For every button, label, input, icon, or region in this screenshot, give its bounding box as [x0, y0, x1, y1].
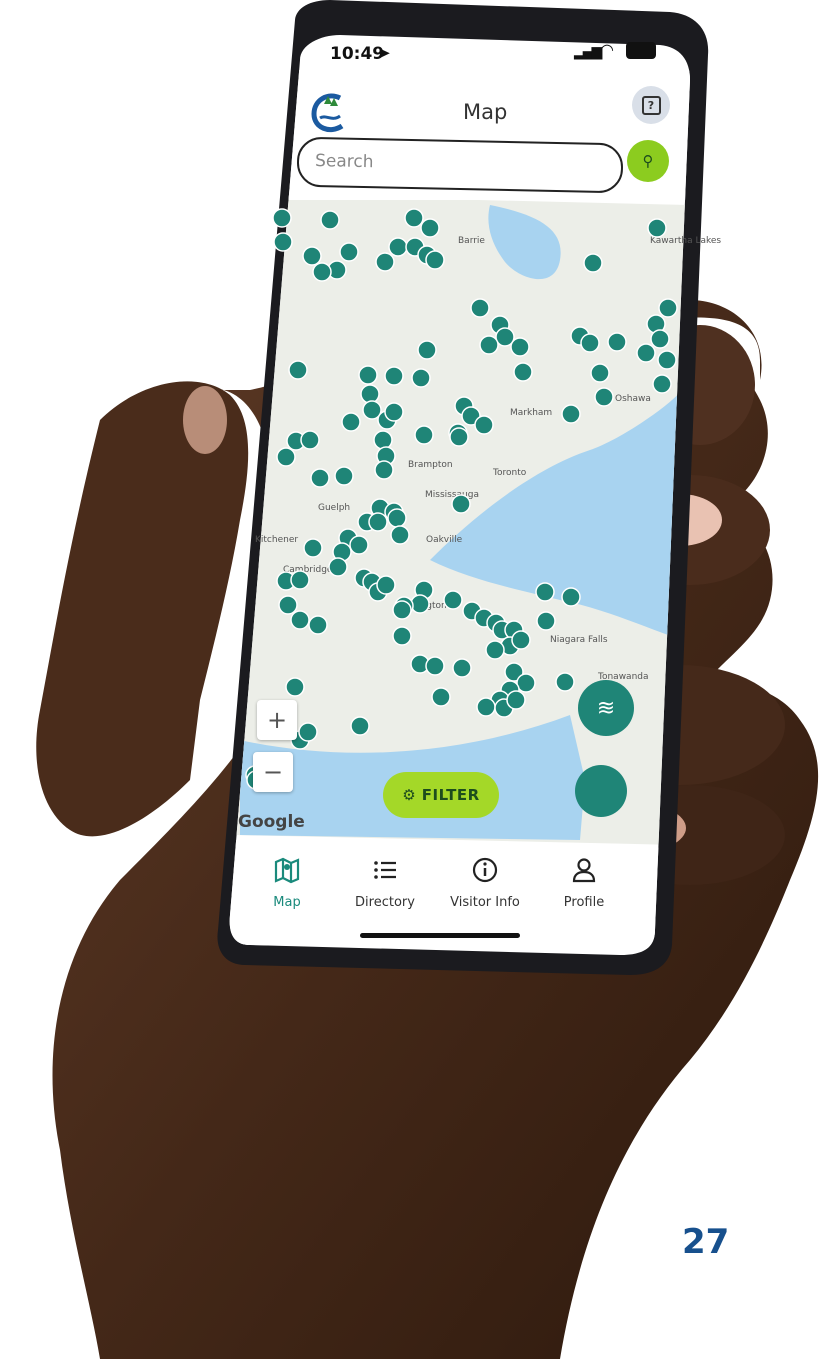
- nav-item-profile[interactable]: Profile: [558, 855, 610, 910]
- map-marker[interactable]: [373, 430, 393, 450]
- map-marker[interactable]: [350, 716, 370, 736]
- map-marker[interactable]: [561, 587, 581, 607]
- map-marker[interactable]: [647, 218, 667, 238]
- map-marker[interactable]: [310, 468, 330, 488]
- sliders-icon: ⚙: [402, 786, 416, 804]
- map-marker[interactable]: [425, 250, 445, 270]
- map-marker[interactable]: [650, 329, 670, 349]
- map-marker[interactable]: [328, 557, 348, 577]
- map-marker[interactable]: [387, 508, 407, 528]
- map-marker[interactable]: [485, 640, 505, 660]
- map-marker[interactable]: [414, 425, 434, 445]
- map-attribution: Google: [238, 812, 305, 832]
- map-marker[interactable]: [368, 512, 388, 532]
- map-marker[interactable]: [410, 594, 430, 614]
- nav-label-map: Map: [273, 895, 301, 910]
- map-marker[interactable]: [298, 722, 318, 742]
- map-marker[interactable]: [506, 690, 526, 710]
- map-marker[interactable]: [290, 610, 310, 630]
- map-marker[interactable]: [300, 430, 320, 450]
- nav-label-profile: Profile: [563, 895, 605, 910]
- map-marker[interactable]: [594, 387, 614, 407]
- map-marker[interactable]: [404, 208, 424, 228]
- map-marker[interactable]: [278, 595, 298, 615]
- zoom-in-button[interactable]: +: [257, 700, 297, 740]
- map-marker[interactable]: [607, 332, 627, 352]
- map-marker[interactable]: [535, 582, 555, 602]
- map-marker[interactable]: [392, 626, 412, 646]
- nav-item-map[interactable]: Map: [262, 855, 312, 910]
- map-marker[interactable]: [652, 374, 672, 394]
- map-marker[interactable]: [411, 368, 431, 388]
- map-marker[interactable]: [431, 687, 451, 707]
- map-marker[interactable]: [510, 337, 530, 357]
- page-number: 27: [682, 1222, 730, 1262]
- map-marker[interactable]: [636, 343, 656, 363]
- map-marker[interactable]: [341, 412, 361, 432]
- info-icon: [472, 857, 498, 883]
- map-markers: [245, 208, 678, 790]
- map-marker[interactable]: [583, 253, 603, 273]
- map-marker[interactable]: [425, 656, 445, 676]
- map-marker[interactable]: [479, 335, 499, 355]
- map-marker[interactable]: [449, 427, 469, 447]
- nav-label-directory: Directory: [355, 895, 415, 910]
- map-marker[interactable]: [657, 350, 677, 370]
- map-marker[interactable]: [384, 402, 404, 422]
- map-marker[interactable]: [590, 363, 610, 383]
- map-marker[interactable]: [303, 538, 323, 558]
- map-marker[interactable]: [536, 611, 556, 631]
- map-marker[interactable]: [384, 366, 404, 386]
- map-marker[interactable]: [334, 466, 354, 486]
- map-marker[interactable]: [360, 384, 380, 404]
- person-icon: [572, 858, 596, 883]
- nav-item-directory[interactable]: Directory: [354, 855, 416, 910]
- map-marker[interactable]: [374, 460, 394, 480]
- layers-button[interactable]: ≋: [578, 680, 634, 736]
- map-marker[interactable]: [339, 242, 359, 262]
- map-marker[interactable]: [580, 333, 600, 353]
- map-marker[interactable]: [474, 415, 494, 435]
- map-marker[interactable]: [276, 447, 296, 467]
- layers-icon: ≋: [596, 695, 616, 721]
- map-marker[interactable]: [312, 262, 332, 282]
- map-marker[interactable]: [476, 697, 496, 717]
- map-marker[interactable]: [443, 590, 463, 610]
- map-marker[interactable]: [302, 246, 322, 266]
- map-marker[interactable]: [658, 298, 678, 318]
- map-marker[interactable]: [511, 630, 531, 650]
- map-marker[interactable]: [376, 575, 396, 595]
- map-marker[interactable]: [375, 252, 395, 272]
- map-marker[interactable]: [272, 208, 292, 228]
- map-marker[interactable]: [555, 672, 575, 692]
- map-marker[interactable]: [349, 535, 369, 555]
- nav-label-visitor-info: Visitor Info: [450, 895, 520, 910]
- map-marker[interactable]: [420, 218, 440, 238]
- map-marker[interactable]: [392, 600, 412, 620]
- map-marker[interactable]: [290, 570, 310, 590]
- map-marker[interactable]: [451, 494, 471, 514]
- map-marker[interactable]: [390, 525, 410, 545]
- map-marker[interactable]: [288, 360, 308, 380]
- map-marker[interactable]: [388, 237, 408, 257]
- map-marker[interactable]: [452, 658, 472, 678]
- locate-button[interactable]: [575, 765, 627, 817]
- map-marker[interactable]: [561, 404, 581, 424]
- map-marker[interactable]: [513, 362, 533, 382]
- map-marker[interactable]: [285, 677, 305, 697]
- map-marker[interactable]: [417, 340, 437, 360]
- map-marker[interactable]: [308, 615, 328, 635]
- map-marker[interactable]: [320, 210, 340, 230]
- map-icon: [274, 857, 300, 884]
- filter-label: FILTER: [421, 786, 480, 804]
- filter-button[interactable]: ⚙ FILTER: [383, 772, 499, 818]
- nav-item-visitor-info[interactable]: Visitor Info: [449, 855, 521, 910]
- list-icon: [374, 861, 396, 879]
- map-marker[interactable]: [470, 298, 490, 318]
- map-marker[interactable]: [358, 365, 378, 385]
- zoom-out-button[interactable]: −: [253, 752, 293, 792]
- map-marker[interactable]: [273, 232, 293, 252]
